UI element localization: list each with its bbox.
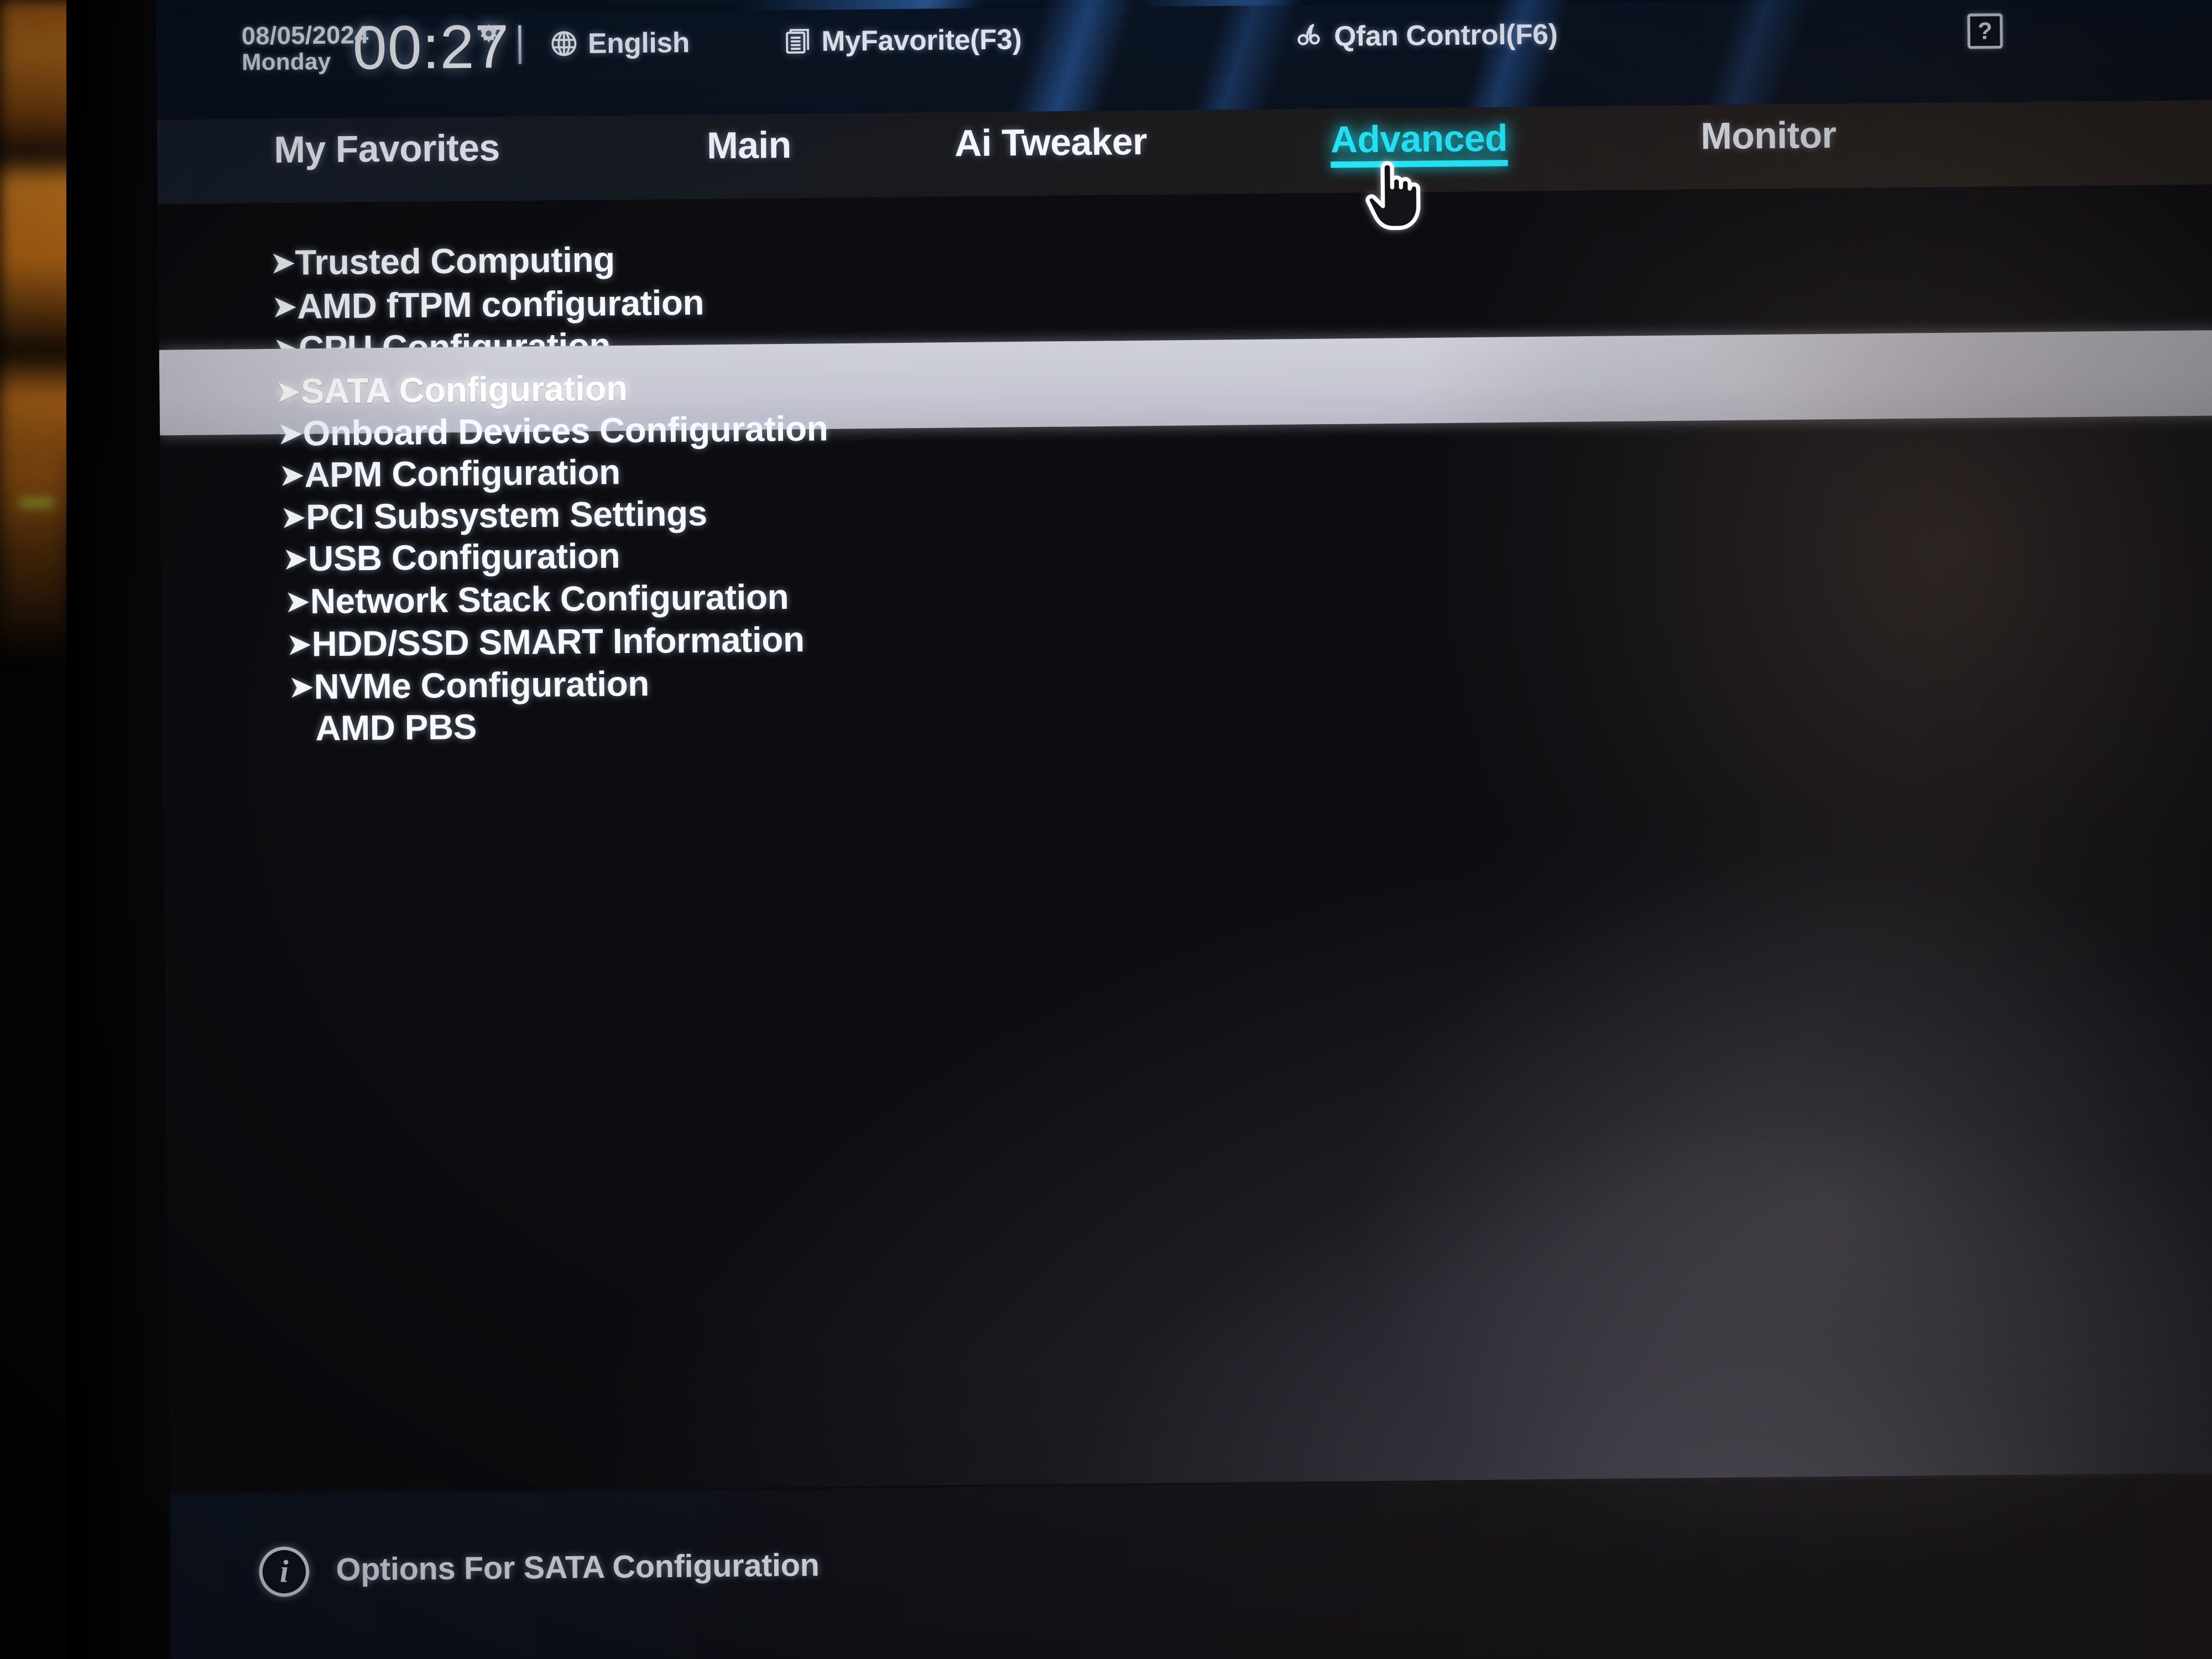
bios-screen: UEFI BIOS Utility - Advanced Mode 08/05/… — [155, 0, 2212, 1659]
help-button[interactable]: ? — [1967, 13, 2003, 49]
language-label: English — [587, 26, 690, 60]
photographed-monitor: UEFI BIOS Utility - Advanced Mode 08/05/… — [0, 0, 2212, 1659]
advanced-menu-list: ➤ Trusted Computing ➤ AMD fTPM configura… — [158, 184, 2212, 1457]
date-value: 08/05/2024 — [241, 20, 369, 50]
qfan-control-label: Qfan Control(F6) — [1334, 18, 1558, 53]
weekday-value: Monday — [241, 48, 331, 75]
menu-item-label: AMD PBS — [315, 707, 477, 748]
tab-main[interactable]: Main — [707, 123, 791, 167]
tab-monitor[interactable]: Monitor — [1700, 113, 1837, 158]
list-icon — [786, 29, 810, 54]
header-divider — [518, 25, 521, 64]
myfavorite-shortcut[interactable]: MyFavorite(F3) — [782, 23, 1022, 58]
hand-pointer-cursor — [1365, 161, 1421, 231]
fan-icon — [1297, 24, 1320, 45]
bios-header: 08/05/2024 Monday 00:27 English MyFavori… — [155, 0, 2212, 130]
language-shortcut[interactable]: English — [549, 26, 690, 60]
tab-ai-tweaker[interactable]: Ai Tweaker — [954, 119, 1147, 165]
footer-help-text: Options For SATA Configuration — [336, 1546, 820, 1588]
ambient-room-light-secondary — [0, 354, 66, 664]
qfan-control-shortcut[interactable]: Qfan Control(F6) — [1295, 18, 1558, 53]
ambient-green-led — [20, 498, 53, 508]
gear-icon[interactable] — [475, 22, 503, 50]
footer-help-bar: i Options For SATA Configuration — [170, 1475, 2212, 1659]
info-icon: i — [259, 1546, 310, 1597]
tab-my-favorites[interactable]: My Favorites — [274, 126, 500, 171]
date-display: 08/05/2024 Monday — [241, 20, 369, 75]
myfavorite-label: MyFavorite(F3) — [821, 23, 1022, 58]
globe-icon — [551, 31, 577, 56]
